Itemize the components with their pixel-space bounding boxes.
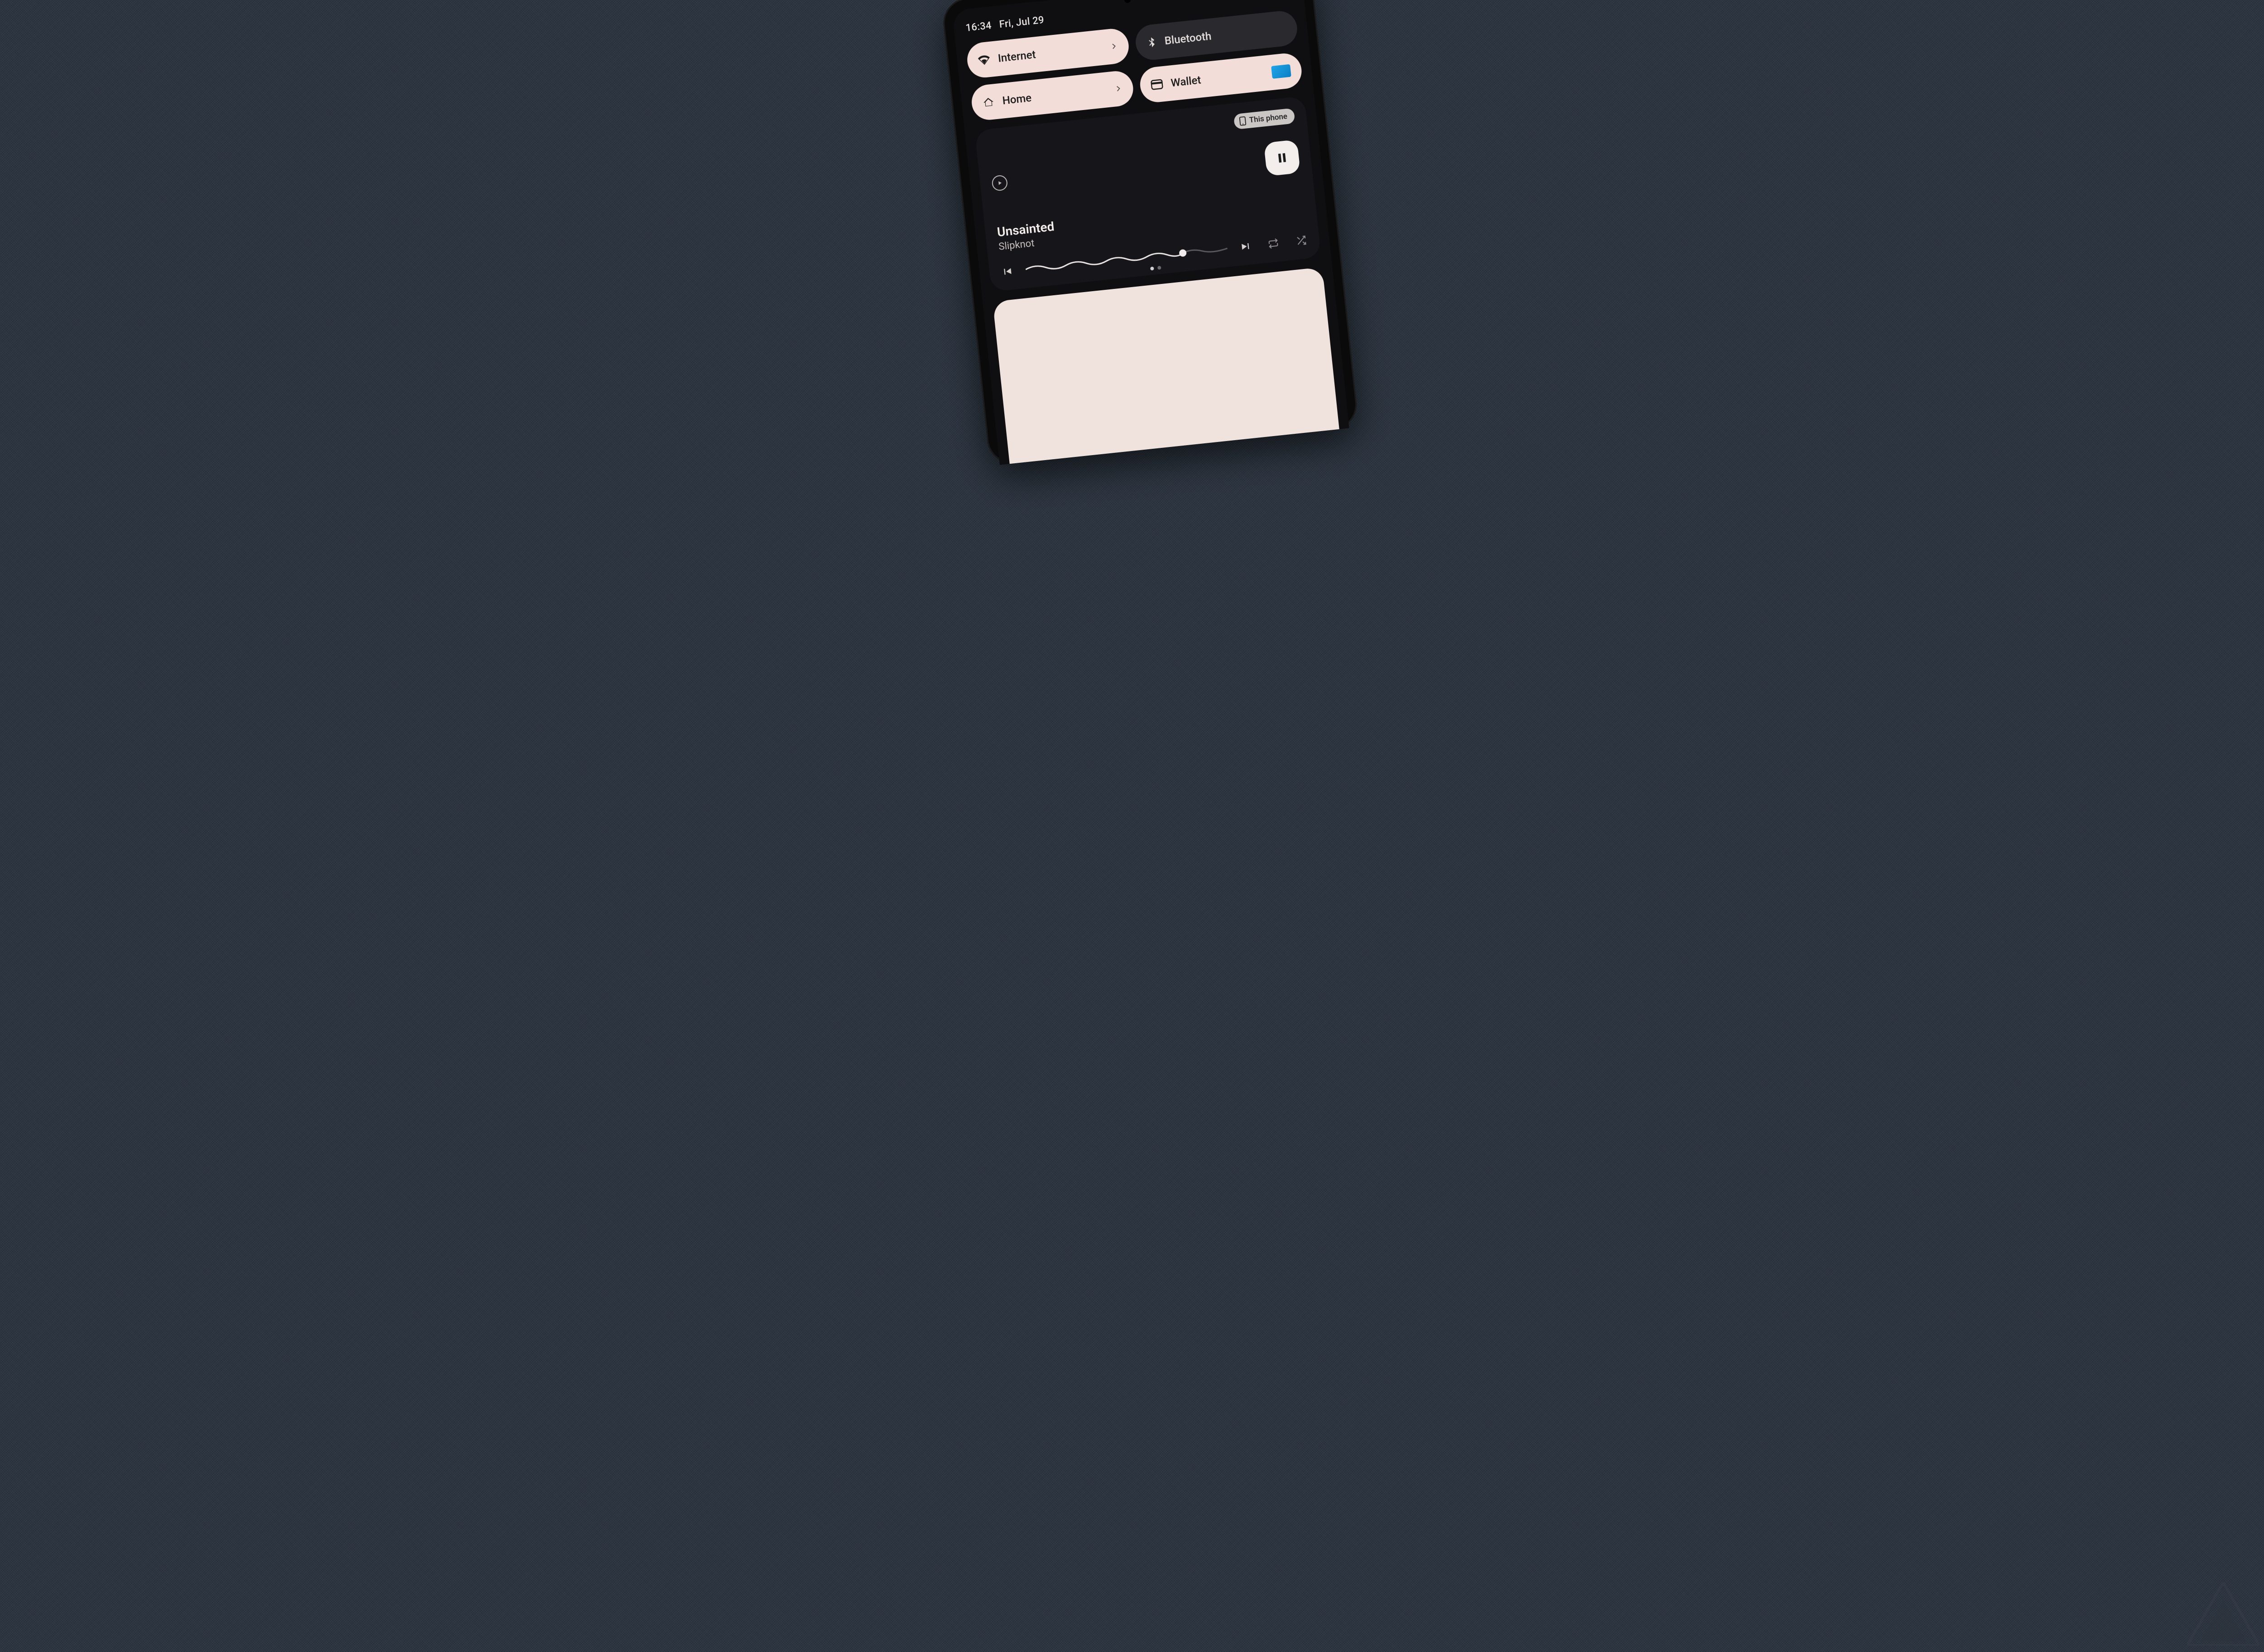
tile-wallet[interactable]: Wallet: [1138, 52, 1303, 104]
output-device-label: This phone: [1249, 112, 1288, 125]
notification-card[interactable]: [993, 267, 1339, 464]
date-text: Fri, Jul 29: [999, 14, 1045, 30]
pager-dot: [1157, 266, 1161, 270]
tile-home-label: Home: [1002, 91, 1032, 107]
pager-dot-active: [1150, 267, 1154, 271]
tile-bluetooth[interactable]: Bluetooth: [1134, 10, 1299, 62]
tile-internet[interactable]: Internet: [965, 27, 1130, 79]
media-app-icon: [991, 174, 1008, 191]
pause-button[interactable]: [1264, 139, 1300, 176]
repeat-button[interactable]: [1266, 237, 1280, 250]
media-player-card[interactable]: This phone Unsainted Slipknot: [974, 96, 1321, 292]
phone-icon: [1239, 116, 1246, 126]
media-pager-dots: [1150, 266, 1161, 270]
home-icon: [982, 96, 995, 109]
chevron-right-icon: [1114, 84, 1123, 93]
shuffle-button[interactable]: [1295, 235, 1308, 247]
tile-home[interactable]: Home: [970, 69, 1135, 121]
wallet-icon: [1151, 79, 1163, 90]
tile-wallet-label: Wallet: [1170, 74, 1201, 90]
phone-frame: 16:34 Fri, Jul 29 Internet Bluetooth: [941, 0, 1359, 466]
progress-slider[interactable]: [1025, 243, 1228, 275]
tile-internet-label: Internet: [998, 48, 1036, 65]
watermark-logo: [2187, 1582, 2259, 1647]
wallet-card-thumbnail: [1271, 64, 1291, 79]
clock-text: 16:34: [965, 20, 992, 34]
chevron-right-icon: [1109, 42, 1118, 51]
previous-track-button[interactable]: [1001, 265, 1014, 278]
screen: 16:34 Fri, Jul 29 Internet Bluetooth: [952, 0, 1349, 465]
wifi-icon: [978, 53, 991, 67]
camera-notch: [1124, 0, 1131, 3]
tile-bluetooth-label: Bluetooth: [1164, 30, 1212, 48]
bluetooth-icon: [1146, 36, 1157, 48]
next-track-button[interactable]: [1239, 240, 1252, 253]
